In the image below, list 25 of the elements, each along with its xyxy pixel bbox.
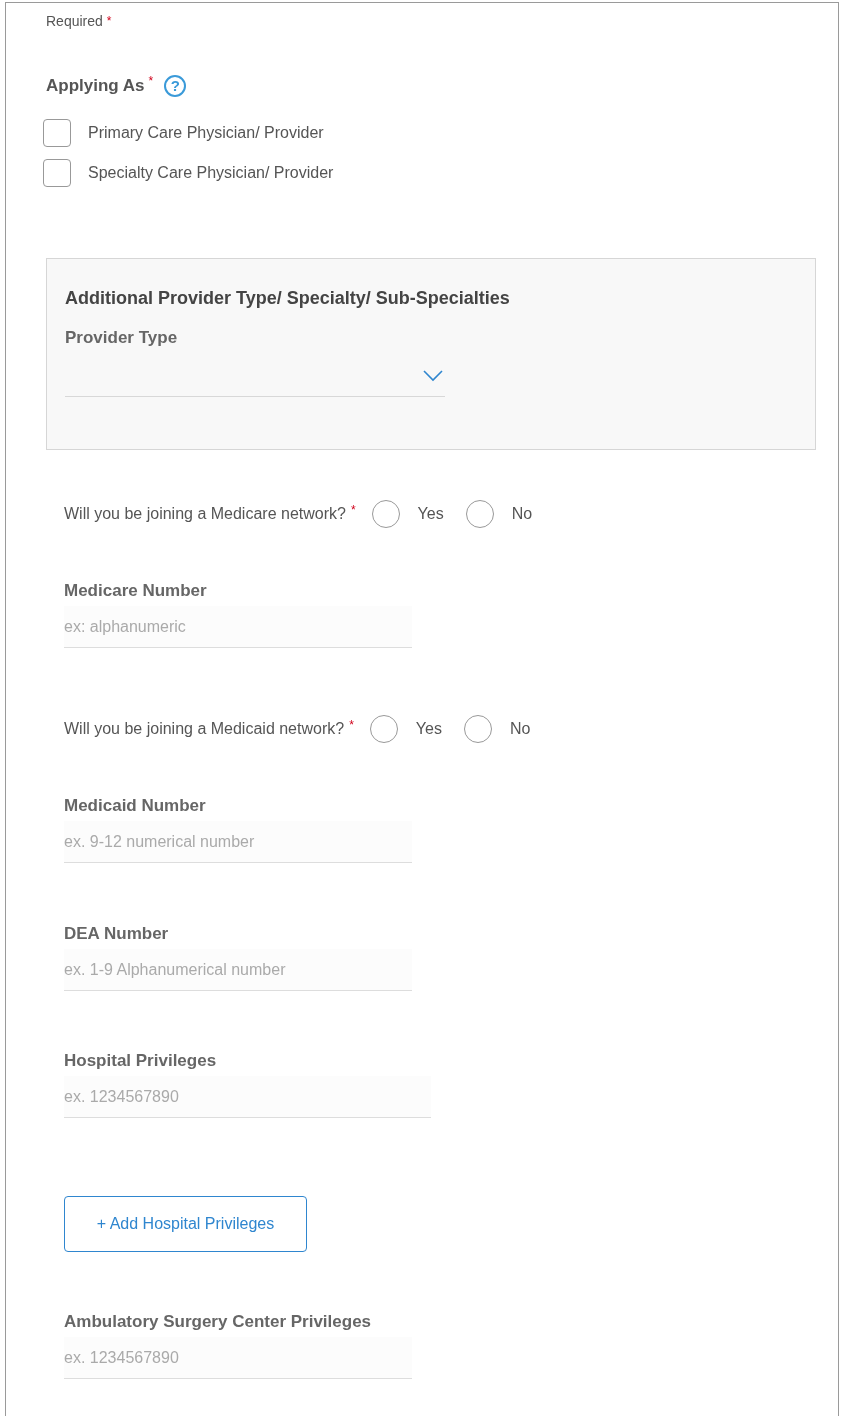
checkbox[interactable] bbox=[43, 119, 71, 147]
panel-title: Additional Provider Type/ Specialty/ Sub-Specialties bbox=[65, 287, 511, 310]
required-mark: * bbox=[106, 13, 112, 30]
question-text: Will you be joining a Medicare network? bbox=[64, 505, 346, 523]
applying-as-label: Applying As bbox=[46, 76, 145, 96]
checkbox[interactable] bbox=[43, 159, 71, 187]
radio-label[interactable]: No bbox=[509, 720, 531, 738]
question-text: Will you be joining a Medicaid network? bbox=[64, 720, 345, 738]
radio-label[interactable]: Yes bbox=[415, 720, 442, 738]
checkbox-label[interactable]: Primary Care Physician/ Provider bbox=[88, 124, 324, 142]
required-mark: * bbox=[148, 74, 154, 88]
radio-label[interactable]: No bbox=[511, 505, 533, 523]
checkbox-label[interactable]: Specialty Care Physician/ Provider bbox=[88, 164, 334, 182]
field-label: Medicaid Number bbox=[64, 796, 206, 816]
required-mark: * bbox=[349, 718, 354, 732]
chevron-down-icon bbox=[423, 370, 443, 382]
required-note: Required bbox=[46, 12, 103, 31]
field-label: DEA Number bbox=[64, 924, 169, 944]
radio-label[interactable]: Yes bbox=[417, 505, 444, 523]
field-label: Hospital Privileges bbox=[64, 1051, 217, 1071]
field-label: Ambulatory Surgery Center Privileges bbox=[64, 1312, 372, 1332]
add-hospital-privileges-button[interactable]: + Add Hospital Privileges bbox=[64, 1196, 307, 1252]
provider-type-label: Provider Type bbox=[65, 328, 179, 348]
required-mark: * bbox=[350, 503, 356, 517]
field-label: Medicare Number bbox=[64, 581, 207, 601]
